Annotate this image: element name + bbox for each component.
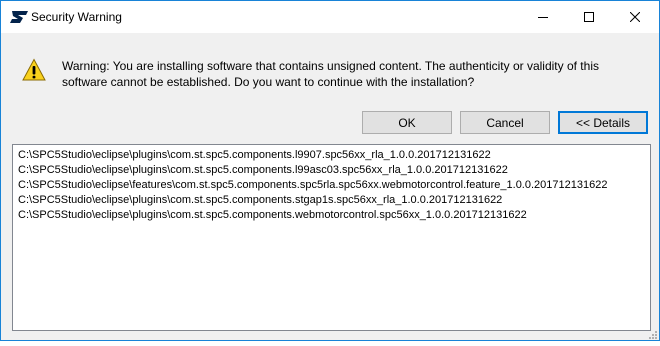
- list-item: C:\SPC5Studio\eclipse\features\com.st.sp…: [18, 179, 608, 191]
- window-title: Security Warning: [31, 10, 122, 24]
- minimize-button[interactable]: [520, 1, 566, 32]
- close-button[interactable]: [612, 1, 658, 32]
- list-item: C:\SPC5Studio\eclipse\plugins\com.st.spc…: [18, 164, 508, 176]
- list-item: C:\SPC5Studio\eclipse\plugins\com.st.spc…: [18, 194, 503, 206]
- warning-icon: [22, 58, 46, 82]
- cancel-button[interactable]: Cancel: [460, 111, 550, 134]
- details-toggle-button[interactable]: << Details: [558, 111, 648, 134]
- maximize-icon: [584, 11, 594, 22]
- ok-button[interactable]: OK: [362, 111, 452, 134]
- st-logo-icon: [9, 9, 29, 25]
- title-bar[interactable]: Security Warning: [1, 1, 659, 33]
- minimize-icon: [538, 12, 548, 22]
- resize-grip-icon[interactable]: [647, 328, 657, 339]
- security-warning-dialog: Security Warning Warning: You are instal…: [0, 0, 660, 341]
- warning-message: Warning: You are installing software tha…: [62, 59, 599, 89]
- list-item: C:\SPC5Studio\eclipse\plugins\com.st.spc…: [18, 209, 527, 221]
- list-item: C:\SPC5Studio\eclipse\plugins\com.st.spc…: [18, 149, 491, 161]
- details-list[interactable]: C:\SPC5Studio\eclipse\plugins\com.st.spc…: [12, 144, 651, 331]
- close-icon: [630, 11, 640, 22]
- maximize-button[interactable]: [566, 1, 612, 32]
